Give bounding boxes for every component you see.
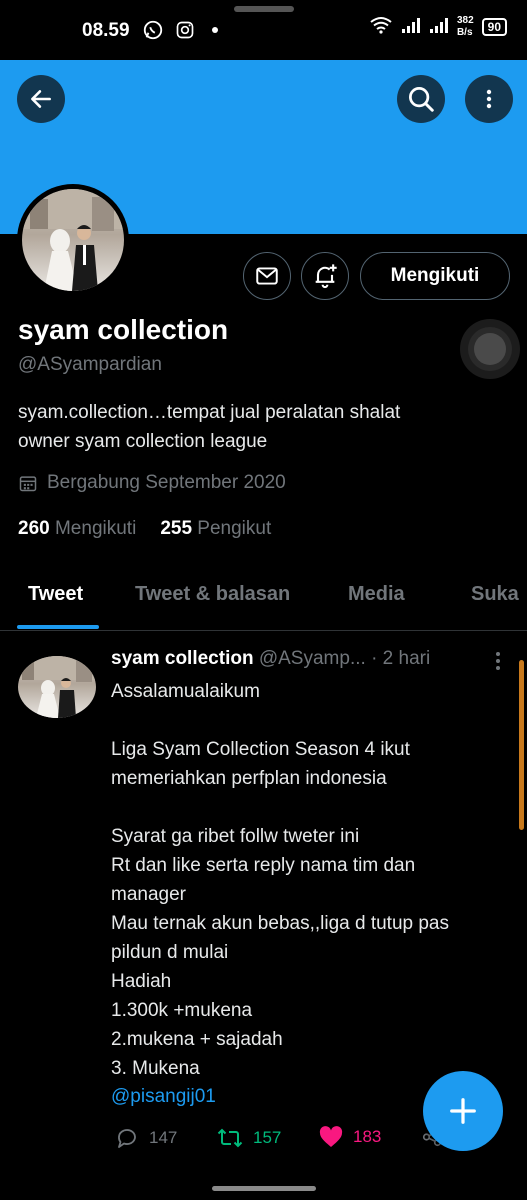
battery-indicator: 90 [481,18,507,36]
plus-icon [450,1098,476,1124]
tweet-time: · 2 hari [371,648,431,669]
camera-notch [234,6,294,12]
status-bar: 08.59 382 B/s 90 [0,0,527,60]
bell-plus-icon [315,264,337,289]
instagram-icon [174,19,196,41]
status-time: 08.59 [82,20,130,41]
join-date-text: Bergabung September 2020 [47,472,286,493]
profile-handle: @ASyampardian [18,354,162,375]
active-tab-indicator [17,625,99,629]
reply-icon [118,1129,136,1148]
signal-icon [401,16,421,39]
dot-icon [212,27,218,33]
following-button[interactable]: Mengikuti [360,252,510,300]
tweet-more-button[interactable] [490,650,506,677]
profile-avatar[interactable] [17,184,129,296]
search-button[interactable] [397,75,445,123]
bio-line: syam.collection…tempat jual peralatan sh… [18,402,401,423]
join-date: Bergabung September 2020 [18,472,286,494]
retweet-count: 157 [253,1128,282,1147]
notification-button[interactable] [301,252,349,300]
gesture-nav-bar[interactable] [212,1186,316,1191]
network-speed-value: 382 [456,15,474,26]
following-count: 260 [18,518,50,539]
whatsapp-icon [142,19,164,41]
mail-icon [256,267,278,285]
following-stat[interactable]: 260 Mengikuti [18,518,136,540]
tab-likes[interactable]: Suka [471,583,519,606]
signal-icon [429,16,449,39]
tweet-header: syam collection @ASyamp... · 2 hari [111,648,430,670]
followers-stat[interactable]: 255 Pengikut [160,518,271,540]
scrollbar-thumb[interactable] [519,660,524,830]
tweet-avatar[interactable] [18,656,96,718]
tweet-author-name[interactable]: syam collection [111,648,254,669]
message-button[interactable] [243,252,291,300]
profile-stats: 260 Mengikuti 255 Pengikut [18,518,271,540]
following-label: Mengikuti [54,518,137,539]
retweet-icon [217,1128,243,1148]
avatar-photo [22,189,124,291]
retweet-button[interactable]: 157 [217,1126,281,1150]
reply-count: 147 [149,1128,178,1147]
back-arrow-icon [31,90,51,108]
tweet-mention-link[interactable]: @pisangij01 [111,1086,216,1108]
network-speed-unit: B/s [456,27,473,38]
search-icon [409,87,434,112]
followers-label: Pengikut [197,518,272,539]
tab-tweet-replies[interactable]: Tweet & balasan [135,583,290,606]
tab-media[interactable]: Media [348,583,405,606]
followers-count: 255 [160,518,193,539]
tweet-author-handle: @ASyamp... [258,648,366,669]
wifi-icon [369,16,393,39]
reply-button[interactable]: 147 [115,1126,177,1150]
calendar-icon [19,476,37,492]
tweet-text: Assalamualaikum Liga Syam Collection Sea… [111,681,450,1079]
profile-tabs: Tweet Tweet & balasan Media Suka [0,565,527,631]
profile-name: syam collection [18,314,229,345]
assistive-touch-button[interactable] [452,318,527,380]
back-button[interactable] [17,75,65,123]
compose-tweet-button[interactable] [423,1071,503,1151]
bio-line: owner syam collection league [18,431,268,452]
like-button[interactable]: 183 [319,1126,381,1148]
like-count: 183 [353,1127,382,1146]
heart-icon [319,1126,343,1147]
more-vertical-icon [496,652,500,670]
more-options-button[interactable] [465,75,513,123]
tab-tweet[interactable]: Tweet [28,583,83,606]
more-vertical-icon [486,89,492,109]
network-speed: 382 B/s [457,15,474,39]
profile-bio: syam.collection…tempat jual peralatan sh… [18,398,508,456]
